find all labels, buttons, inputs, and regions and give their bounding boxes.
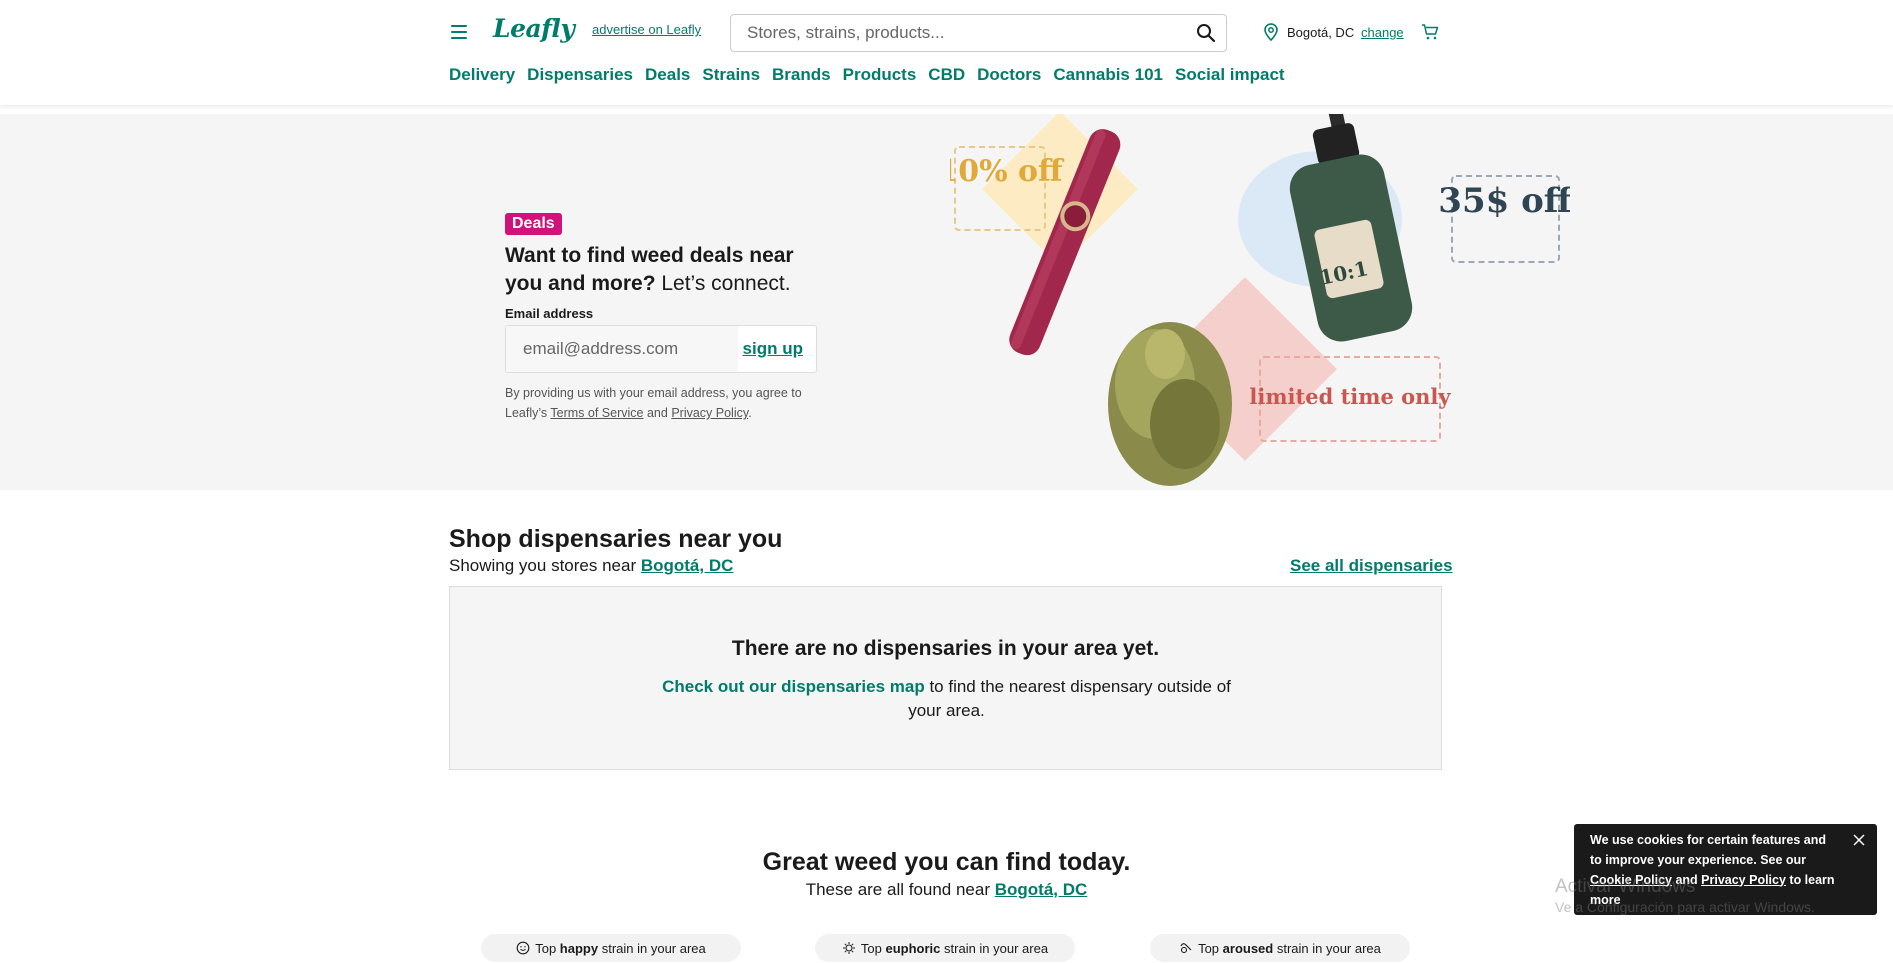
cart-icon[interactable] (1421, 23, 1439, 41)
pill-text: Top euphoric strain in your area (860, 940, 1049, 956)
signup-button[interactable]: sign up (743, 339, 803, 359)
advertise-link[interactable]: advertise on Leafly (592, 22, 701, 37)
aroused-icon (1180, 943, 1192, 954)
dispensaries-map-link[interactable]: Check out our dispensaries map (662, 677, 925, 696)
location-pin-icon (1264, 23, 1278, 41)
disclaimer-end: . (748, 406, 752, 420)
hero-title: Want to find weed deals near you and mor… (505, 242, 805, 298)
signup-disclaimer: By providing us with your email address,… (505, 383, 825, 423)
main-nav: Delivery Dispensaries Deals Strains Bran… (449, 65, 1297, 85)
promo-text-limited: limited time only (1249, 384, 1451, 409)
search-bar (730, 14, 1227, 52)
nav-item-products[interactable]: Products (843, 65, 917, 85)
email-signup-form: sign up (505, 325, 817, 373)
no-dispensaries-text: Check out our dispensaries map to find t… (650, 675, 1243, 723)
hamburger-menu-icon[interactable] (451, 22, 471, 42)
close-icon[interactable] (1851, 832, 1867, 848)
cookie-text: We use cookies for certain features and … (1590, 830, 1840, 910)
change-location-link[interactable]: change (1361, 25, 1404, 40)
cookie-privacy-policy-link[interactable]: Privacy Policy (1701, 873, 1786, 887)
cookie-policy-link[interactable]: Cookie Policy (1590, 873, 1672, 887)
hero-title-rest: Let’s connect. (655, 272, 791, 295)
search-input[interactable] (747, 15, 1187, 51)
pill-text: Top aroused strain in your area (1198, 940, 1381, 956)
no-dispensaries-title: There are no dispensaries in your area y… (731, 637, 1160, 660)
promo-text-35-off: 35$ off (1438, 181, 1570, 221)
leafly-logo[interactable]: Leafly (493, 14, 575, 43)
pill-text: Top happy strain in your area (535, 940, 706, 956)
cannabis-bud-image (1108, 322, 1232, 486)
email-input[interactable] (506, 326, 738, 372)
top-euphoric-strain-tab[interactable]: Top euphoric strain in your area (815, 934, 1075, 962)
nav-item-cbd[interactable]: CBD (928, 65, 965, 85)
nav-item-dispensaries[interactable]: Dispensaries (527, 65, 633, 85)
nav-item-cannabis-101[interactable]: Cannabis 101 (1053, 65, 1163, 85)
no-dispensaries-panel: There are no dispensaries in your area y… (449, 586, 1442, 770)
cookie-text-start: We use cookies for certain features and … (1590, 832, 1826, 867)
privacy-policy-link[interactable]: Privacy Policy (671, 406, 748, 420)
deals-badge: Deals (505, 213, 562, 235)
promo-text-10-percent: 10% off (950, 154, 1065, 189)
cookie-banner: We use cookies for certain features and … (1574, 824, 1877, 915)
deals-hero (0, 114, 1893, 490)
see-all-dispensaries-link[interactable]: See all dispensaries (1290, 556, 1453, 576)
deals-promo-illustration: 10% off 10:1 35$ off limited time only (950, 114, 1570, 486)
sparkle-icon (842, 942, 855, 954)
search-icon[interactable] (1196, 23, 1216, 43)
top-aroused-strain-tab[interactable]: Top aroused strain in your area (1150, 934, 1410, 962)
nav-item-doctors[interactable]: Doctors (977, 65, 1041, 85)
disclaimer-and: and (643, 406, 672, 420)
nav-item-delivery[interactable]: Delivery (449, 65, 515, 85)
dispensaries-location-link[interactable]: Bogotá, DC (641, 556, 734, 575)
cookie-text-and: and (1671, 872, 1702, 887)
site-header: Leafly advertise on Leafly Bogotá, DC ch… (0, 0, 1893, 105)
great-weed-location-link[interactable]: Bogotá, DC (995, 880, 1088, 899)
nav-item-deals[interactable]: Deals (645, 65, 690, 85)
nav-item-strains[interactable]: Strains (702, 65, 760, 85)
great-weed-subtitle-text: These are all found near (805, 880, 995, 899)
email-label: Email address (505, 306, 594, 321)
happy-face-icon (516, 941, 530, 955)
terms-of-service-link[interactable]: Terms of Service (550, 406, 643, 420)
top-happy-strain-tab[interactable]: Top happy strain in your area (481, 934, 741, 962)
no-dispensaries-text-rest: to find the nearest dispensary outside o… (908, 677, 1231, 720)
current-location: Bogotá, DC (1287, 25, 1355, 40)
dispensaries-subtitle-text: Showing you stores near (449, 556, 641, 575)
dispensaries-heading: Shop dispensaries near you (449, 525, 783, 553)
nav-item-brands[interactable]: Brands (772, 65, 831, 85)
dispensaries-subtitle: Showing you stores near Bogotá, DC (449, 556, 733, 576)
nav-item-social-impact[interactable]: Social impact (1175, 65, 1285, 85)
